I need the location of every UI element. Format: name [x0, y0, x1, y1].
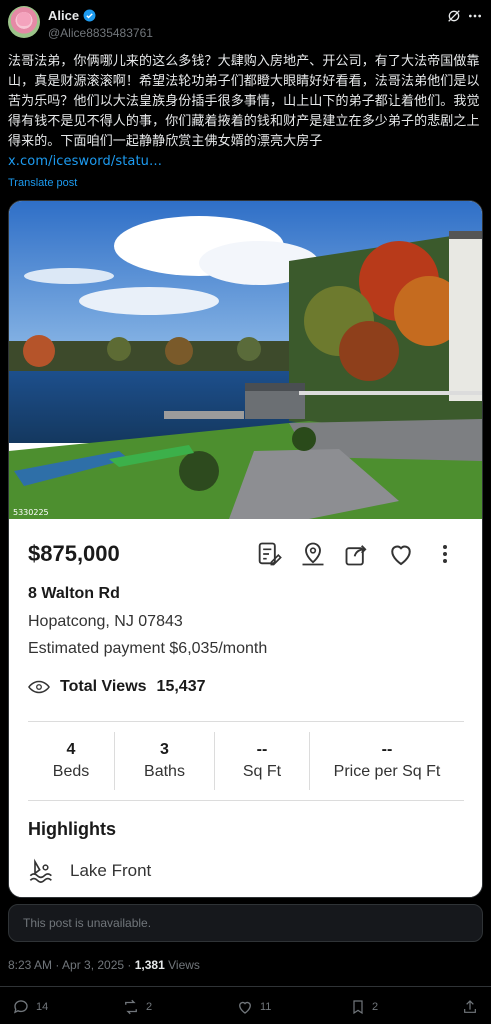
listing-card[interactable]: 5330225 $875,000 8 Walton Rd Hopatcong, … [8, 200, 483, 898]
reply-count: 14 [36, 1001, 49, 1013]
edit-note-button[interactable] [254, 539, 284, 569]
translate-post-link[interactable]: Translate post [8, 177, 77, 189]
post-header: Alice @Alice8835483761 [8, 6, 484, 46]
highlights-heading: Highlights [28, 819, 116, 839]
stat-baths: 3 Baths [115, 732, 215, 790]
bookmark-icon [353, 1000, 363, 1015]
listing-address: 8 Walton Rd [28, 585, 120, 602]
stat-beds: 4 Beds [28, 732, 115, 790]
listing-stats: 4 Beds 3 Baths -- Sq Ft -- Price per Sq … [28, 732, 464, 790]
edit-note-icon [258, 542, 282, 566]
repost-count: 2 [146, 1001, 153, 1013]
divider [0, 986, 491, 987]
author-name[interactable]: Alice [48, 8, 79, 23]
post-body: 法哥法弟，你俩哪儿来的这么多钱？大肆购入房地产、开公司，有了大法帝国做靠山，真是… [8, 54, 480, 149]
lotus-icon [17, 12, 31, 26]
post-text: 法哥法弟，你俩哪儿来的这么多钱？大肆购入房地产、开公司，有了大法帝国做靠山，真是… [8, 52, 480, 172]
repost-button[interactable]: 2 [122, 998, 152, 1016]
stat-value: -- [256, 741, 268, 758]
listing-price: $875,000 [28, 541, 120, 566]
reply-icon [13, 1000, 28, 1014]
listing-more-button[interactable] [430, 539, 460, 569]
vertical-dots-icon [443, 545, 447, 563]
reply-button[interactable]: 14 [12, 998, 48, 1016]
repost-icon [125, 999, 137, 1015]
heart-icon [239, 1001, 251, 1014]
stat-label: Beds [52, 763, 90, 780]
post-views-word: Views [164, 958, 200, 972]
grok-icon[interactable] [446, 8, 462, 24]
eye-icon [28, 680, 50, 694]
upload-share-icon [464, 1000, 476, 1013]
verified-badge-icon [83, 9, 96, 22]
post-link[interactable]: x.com/icesword/statu… [8, 154, 162, 169]
unavailable-text: This post is unavailable. [23, 916, 152, 930]
share-post-button[interactable] [462, 998, 478, 1016]
stat-value: 3 [160, 741, 169, 758]
stat-value: -- [381, 741, 393, 758]
favorite-button[interactable] [386, 539, 416, 569]
avatar[interactable] [8, 6, 40, 38]
stat-sqft: -- Sq Ft [215, 732, 310, 790]
divider [28, 721, 464, 722]
listing-city: Hopatcong, NJ 07843 [28, 613, 183, 630]
photo-id: 5330225 [13, 508, 49, 517]
views-value: 15,437 [156, 678, 206, 695]
bookmark-count: 2 [372, 1001, 379, 1013]
share-button[interactable] [342, 539, 372, 569]
divider [28, 800, 464, 801]
bookmark-button[interactable]: 2 [350, 998, 378, 1016]
map-pin-icon [302, 542, 324, 566]
stat-value: 4 [66, 741, 76, 758]
stat-label: Price per Sq Ft [333, 763, 441, 780]
share-icon [345, 545, 367, 566]
listing-details: $875,000 8 Walton Rd Hopatcong, NJ 07843… [9, 519, 482, 897]
lake-front-icon [29, 858, 52, 883]
like-count: 11 [260, 1001, 272, 1013]
author-handle[interactable]: @Alice8835483761 [48, 26, 153, 40]
lake-house-image [9, 201, 482, 519]
quoted-post-unavailable: This post is unavailable. [8, 904, 483, 942]
post-timestamp[interactable]: 8:23 AM · Apr 3, 2025 · [8, 958, 135, 972]
post-meta: 8:23 AM · Apr 3, 2025 · 1,381 Views [8, 958, 200, 972]
stat-price-per-sqft: -- Price per Sq Ft [310, 732, 464, 790]
map-button[interactable] [298, 539, 328, 569]
highlight-label: Lake Front [70, 861, 152, 880]
post-views-count: 1,381 [134, 958, 165, 972]
highlight-lake-front: Lake Front [28, 857, 151, 885]
total-views: Total Views 15,437 [28, 678, 205, 696]
like-button[interactable]: 11 [236, 998, 271, 1016]
heart-icon [391, 545, 411, 566]
views-label: Total Views [60, 678, 147, 695]
listing-actions [254, 539, 460, 569]
stat-label: Sq Ft [242, 763, 282, 780]
action-bar: 14 2 11 2 [0, 996, 491, 1024]
estimated-payment: Estimated payment $6,035/month [28, 640, 268, 657]
more-options-icon[interactable] [466, 8, 484, 24]
house-photo[interactable]: 5330225 [9, 201, 482, 519]
author-name-row[interactable]: Alice [48, 8, 96, 23]
stat-label: Baths [144, 763, 185, 780]
